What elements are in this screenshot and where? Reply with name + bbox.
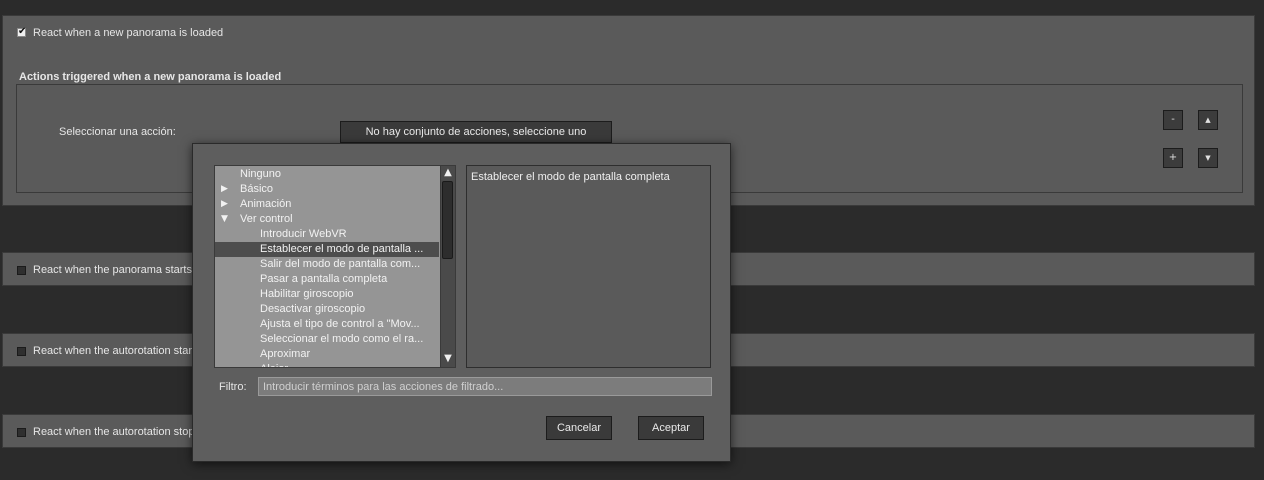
tree-item[interactable]: Introducir WebVR <box>215 227 439 242</box>
collapsed-triangle-icon[interactable]: ▶ <box>221 197 228 212</box>
tree-item[interactable]: ▼ Ver control <box>215 212 439 227</box>
accept-button[interactable]: Aceptar <box>638 416 704 440</box>
collapsed-triangle-icon[interactable]: ▶ <box>221 182 228 197</box>
add-action-button[interactable]: + <box>1163 148 1183 168</box>
tree-item[interactable]: Salir del modo de pantalla com... <box>215 257 439 272</box>
tree-scrollbar[interactable]: ▲ ▼ <box>440 166 455 367</box>
move-up-button[interactable]: ▲ <box>1198 110 1218 130</box>
panorama-start-checkbox[interactable] <box>17 266 26 275</box>
tree-item[interactable]: Pasar a pantalla completa <box>215 272 439 287</box>
tree-item[interactable]: Alejar <box>215 362 439 367</box>
tree-item[interactable]: ▶ Animación <box>215 197 439 212</box>
scroll-down-icon[interactable]: ▼ <box>442 353 454 365</box>
tree-item-label: Básico <box>240 183 274 195</box>
select-action-label: Seleccionar una acción: <box>59 126 176 138</box>
autorotation-start-checkbox[interactable] <box>17 347 26 356</box>
remove-action-button[interactable]: - <box>1163 110 1183 130</box>
tree-item[interactable]: Aproximar <box>215 347 439 362</box>
action-tree[interactable]: Ninguno ▶ Básico ▶ Animación ▼ Ver control Intr… <box>214 165 456 368</box>
scroll-up-icon[interactable]: ▲ <box>442 167 454 179</box>
tree-item[interactable]: Habilitar giroscopio <box>215 287 439 302</box>
panorama-start-checkbox-label: React when the panorama starts <box>33 264 192 276</box>
filter-label: Filtro: <box>219 381 247 393</box>
autorotation-stop-checkbox-label: React when the autorotation stops <box>33 426 200 438</box>
tree-item-label: Seleccionar el modo como el ra... <box>260 333 424 345</box>
cancel-button[interactable]: Cancelar <box>546 416 612 440</box>
filter-input[interactable] <box>258 377 712 396</box>
tree-item-label: Desactivar giroscopio <box>260 303 366 315</box>
tree-item[interactable]: Desactivar giroscopio <box>215 302 439 317</box>
tree-item-label: Pasar a pantalla completa <box>260 273 388 285</box>
select-action-button[interactable]: No hay conjunto de acciones, seleccione … <box>340 121 612 143</box>
autorotation-start-checkbox-label: React when the autorotation starts <box>33 345 201 357</box>
scroll-thumb[interactable] <box>442 181 453 259</box>
action-description: Establecer el modo de pantalla completa <box>466 165 711 368</box>
tree-item[interactable]: Ninguno <box>215 167 439 182</box>
tree-item-label: Ajusta el tipo de control a "Mov... <box>260 318 420 330</box>
tree-item[interactable]: Ajusta el tipo de control a "Mov... <box>215 317 439 332</box>
move-down-button[interactable]: ▼ <box>1198 148 1218 168</box>
tree-item[interactable]: Establecer el modo de pantalla ... <box>215 242 439 257</box>
tree-item-label: Habilitar giroscopio <box>260 288 354 300</box>
actions-heading: Actions triggered when a new panorama is… <box>19 71 282 83</box>
expanded-triangle-icon[interactable]: ▼ <box>221 212 228 227</box>
new-panorama-checkbox[interactable] <box>17 26 26 37</box>
autorotation-stop-checkbox[interactable] <box>17 428 26 437</box>
tree-item-label: Animación <box>240 198 292 210</box>
tree-item-label: Salir del modo de pantalla com... <box>260 258 421 270</box>
tree-item-label: Alejar <box>260 363 288 367</box>
tree-item-label: Introducir WebVR <box>260 228 347 240</box>
tree-item-label: Aproximar <box>260 348 311 360</box>
tree-item-label: Ver control <box>240 213 293 225</box>
tree-item-label: Ninguno <box>240 168 281 180</box>
tree-item-label: Establecer el modo de pantalla ... <box>260 243 424 255</box>
new-panorama-checkbox-label: React when a new panorama is loaded <box>33 27 224 39</box>
tree-item[interactable]: ▶ Básico <box>215 182 439 197</box>
select-action-dialog: Ninguno ▶ Básico ▶ Animación ▼ Ver control Intr… <box>192 143 731 462</box>
tree-item[interactable]: Seleccionar el modo como el ra... <box>215 332 439 347</box>
